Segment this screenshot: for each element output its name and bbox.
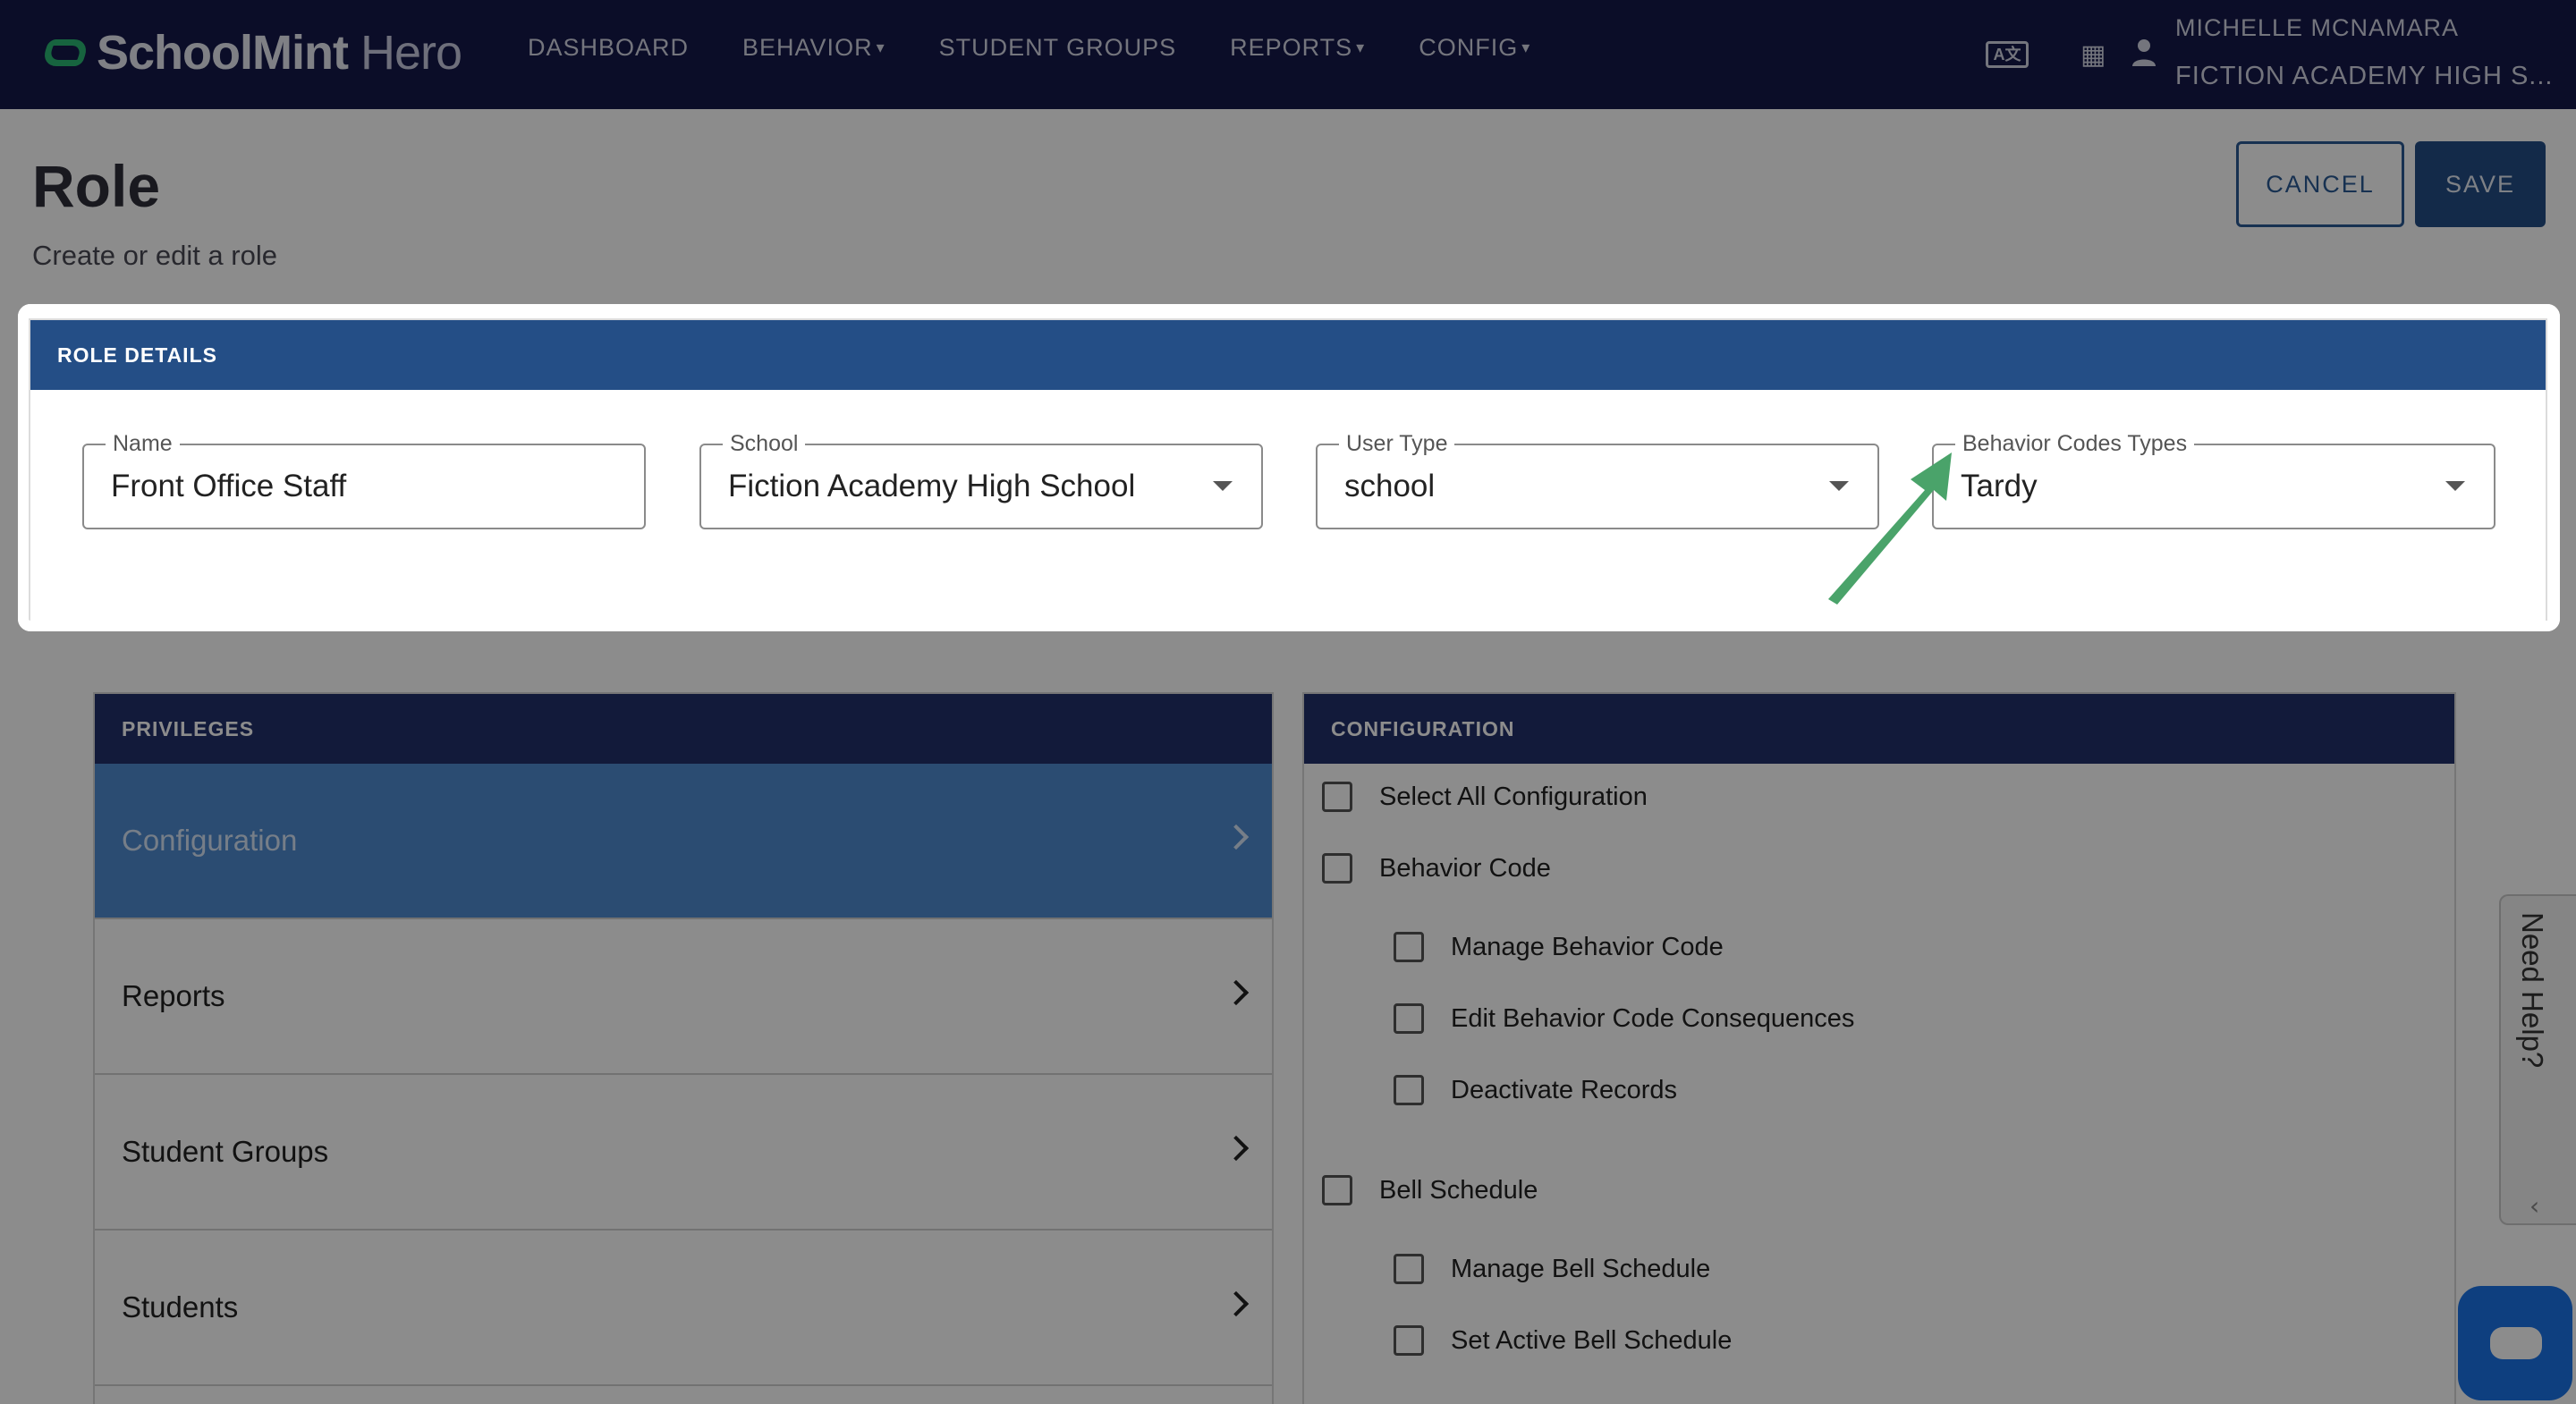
config-checkbox-row[interactable]: Deactivate Records — [1394, 1075, 1677, 1105]
translate-icon[interactable]: A文 — [1986, 41, 2029, 68]
main-nav: DASHBOARD BEHAVIOR ▾ STUDENT GROUPS REPOR… — [528, 34, 1584, 62]
behavior-codes-types-select[interactable]: Behavior Codes Types Tardy — [1932, 431, 2496, 529]
page-title: Role — [32, 153, 161, 219]
privileges-panel: PRIVILEGES Configuration Reports Student… — [93, 692, 1274, 1404]
chat-icon — [2490, 1327, 2542, 1359]
nav-student-groups[interactable]: STUDENT GROUPS — [939, 34, 1177, 62]
checkbox[interactable] — [1394, 932, 1424, 962]
checkbox[interactable] — [1322, 1175, 1352, 1205]
config-checkbox-row[interactable]: Edit Behavior Code Consequences — [1394, 1003, 1854, 1034]
user-name: MICHELLE MCNAMARA — [2175, 14, 2460, 41]
checkbox[interactable] — [1394, 1254, 1424, 1284]
caret-down-icon: ▾ — [1356, 38, 1366, 56]
config-checkbox-row[interactable]: Select All Configuration — [1322, 782, 1648, 812]
save-button[interactable]: SAVE — [2415, 141, 2546, 227]
school-select-value: Fiction Academy High School — [728, 469, 1136, 503]
nav-reports[interactable]: REPORTS ▾ — [1230, 34, 1365, 62]
privilege-item-configuration[interactable]: Configuration — [95, 764, 1272, 919]
logo-mark-icon — [40, 39, 90, 66]
privileges-heading: PRIVILEGES — [95, 694, 1272, 764]
schoolmint-logo[interactable]: SchoolMint Hero — [40, 25, 462, 80]
privilege-item-reports[interactable]: Reports — [95, 919, 1272, 1075]
checkbox[interactable] — [1394, 1325, 1424, 1356]
dropdown-arrow-icon — [1213, 481, 1233, 491]
name-field[interactable]: Name Front Office Staff — [82, 431, 646, 529]
need-help-label: Need Help? — [2516, 912, 2549, 1069]
user-type-select-label: User Type — [1339, 431, 1455, 457]
privilege-item-students[interactable]: Students — [95, 1231, 1272, 1386]
dropdown-arrow-icon — [2445, 481, 2465, 491]
user-icon[interactable] — [2131, 38, 2157, 68]
nav-dashboard[interactable]: DASHBOARD — [528, 34, 689, 62]
user-type-select-value: school — [1344, 469, 1436, 503]
nav-utilities: A文 ▦ — [1986, 0, 2147, 109]
config-checkbox-row[interactable]: Manage Bell Schedule — [1394, 1254, 1710, 1284]
name-field-value: Front Office Staff — [111, 469, 347, 503]
dropdown-arrow-icon — [1829, 481, 1849, 491]
user-type-select[interactable]: User Type school — [1316, 431, 1879, 529]
page-subtitle: Create or edit a role — [32, 240, 277, 271]
caret-down-icon: ▾ — [1521, 38, 1531, 56]
logo-text: SchoolMint Hero — [97, 26, 462, 80]
nav-config[interactable]: CONFIG ▾ — [1419, 34, 1530, 62]
behavior-codes-types-label: Behavior Codes Types — [1955, 431, 2195, 457]
checkbox[interactable] — [1394, 1075, 1424, 1105]
checkbox[interactable] — [1322, 782, 1352, 812]
privilege-item-student-groups[interactable]: Student Groups — [95, 1075, 1272, 1231]
cancel-button[interactable]: CANCEL — [2236, 141, 2404, 227]
calendar-icon[interactable]: ▦ — [2080, 39, 2106, 71]
checkbox[interactable] — [1394, 1003, 1424, 1034]
config-checkbox-row[interactable]: Behavior Code — [1322, 853, 1551, 884]
caret-down-icon: ▾ — [876, 38, 886, 56]
user-school: FICTION ACADEMY HIGH S... — [2175, 62, 2554, 90]
user-menu[interactable]: MICHELLE MCNAMARA FICTION ACADEMY HIGH S… — [2175, 14, 2553, 91]
config-checkbox-row[interactable]: Set Active Bell Schedule — [1394, 1325, 1732, 1356]
configuration-heading: CONFIGURATION — [1304, 694, 2454, 764]
school-select[interactable]: School Fiction Academy High School — [699, 431, 1263, 529]
chevron-right-icon — [1223, 824, 1250, 850]
checkbox[interactable] — [1322, 853, 1352, 884]
role-details-heading: ROLE DETAILS — [30, 320, 2546, 390]
config-checkbox-row[interactable]: Manage Behavior Code — [1394, 932, 1724, 962]
behavior-codes-types-value: Tardy — [1961, 469, 2038, 503]
nav-behavior[interactable]: BEHAVIOR ▾ — [742, 34, 886, 62]
school-select-label: School — [723, 431, 806, 457]
chevron-right-icon — [1223, 1290, 1250, 1317]
role-details-card: ROLE DETAILS Name Front Office Staff Sch… — [29, 318, 2547, 622]
name-field-label: Name — [106, 431, 180, 457]
collapse-chevron-icon[interactable]: ‹ — [2529, 1191, 2539, 1221]
chevron-right-icon — [1223, 1135, 1250, 1162]
chevron-right-icon — [1223, 979, 1250, 1006]
config-checkbox-row[interactable]: Bell Schedule — [1322, 1175, 1538, 1205]
